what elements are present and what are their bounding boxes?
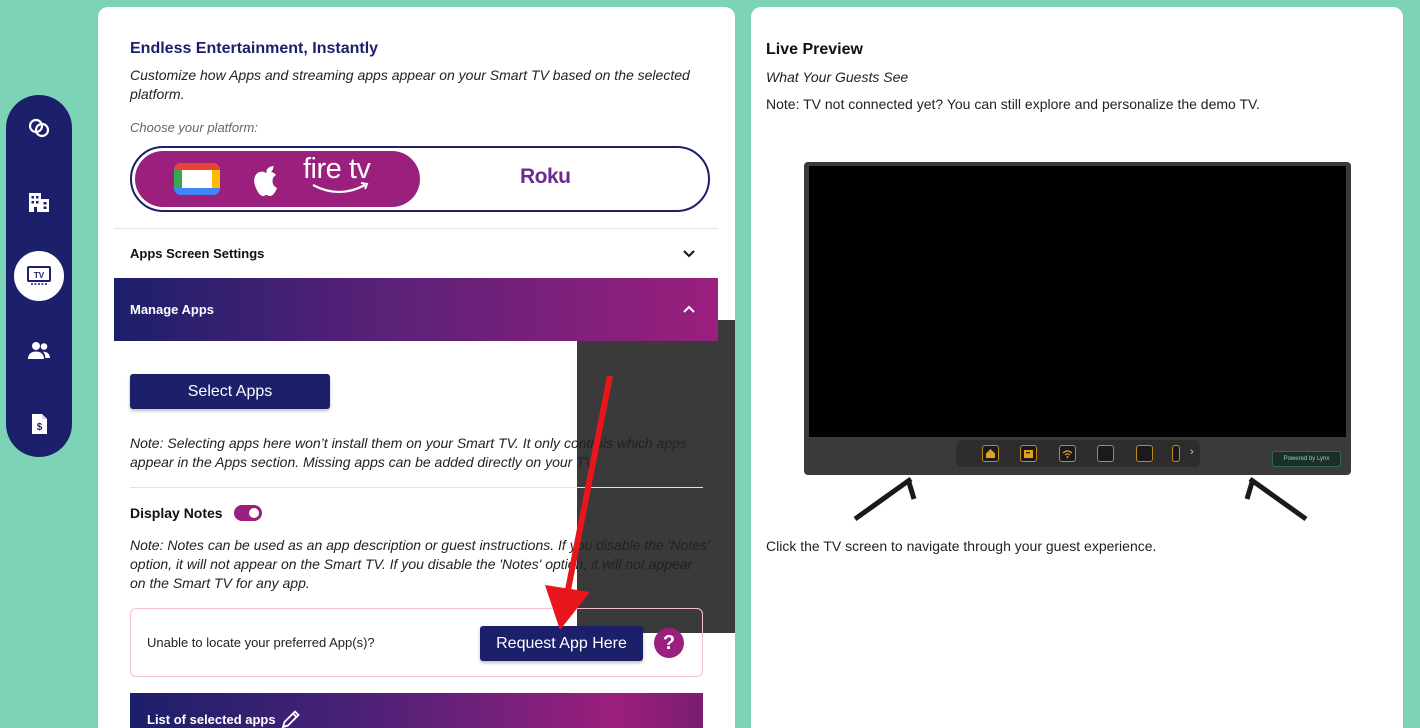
request-app-box: Unable to locate your preferred App(s)? … bbox=[130, 608, 703, 677]
tv-app-dock: › bbox=[956, 440, 1200, 467]
help-icon[interactable]: ? bbox=[654, 628, 684, 658]
sidebar-item-properties[interactable] bbox=[14, 177, 64, 227]
live-preview-title: Live Preview bbox=[766, 41, 863, 58]
platform-option-roku[interactable]: RokuTV bbox=[520, 165, 735, 633]
tv-app-slot[interactable] bbox=[1097, 445, 1114, 462]
accordion-manage-apps[interactable]: Manage Apps bbox=[114, 278, 718, 341]
platform-selector: fire tv RokuTV bbox=[130, 146, 735, 633]
amazon-smile-icon bbox=[312, 182, 369, 194]
choose-platform-label: Choose your platform: bbox=[130, 120, 258, 135]
edit-icon[interactable] bbox=[280, 708, 302, 728]
platform-option-google-apple-firetv[interactable]: fire tv bbox=[135, 151, 420, 207]
tv-folder-icon[interactable] bbox=[1020, 445, 1037, 462]
selected-apps-label: List of selected apps bbox=[147, 712, 276, 727]
sidebar: TV $ bbox=[6, 95, 72, 457]
google-tv-icon bbox=[174, 163, 220, 195]
sidebar-item-integrations[interactable] bbox=[14, 103, 64, 153]
link-icon bbox=[28, 118, 50, 138]
tv-screen[interactable] bbox=[809, 166, 1346, 437]
tv-home-icon[interactable] bbox=[982, 445, 999, 462]
tv-leg-right bbox=[1244, 476, 1308, 522]
accordion-manage-apps-label: Manage Apps bbox=[130, 302, 215, 317]
page-subtitle: Customize how Apps and streaming apps ap… bbox=[130, 67, 690, 102]
display-notes-label: Display Notes bbox=[130, 505, 223, 521]
live-preview-hint: Click the TV screen to navigate through … bbox=[766, 538, 1157, 554]
roku-logo-text: Roku bbox=[520, 165, 571, 188]
firetv-logo-text: fire tv bbox=[303, 153, 371, 185]
display-notes-note: Note: Notes can be used as an app descri… bbox=[130, 537, 710, 591]
powered-by-badge: Powered by Lynx bbox=[1272, 451, 1341, 467]
display-notes-toggle[interactable] bbox=[234, 505, 262, 521]
tv-leg-left bbox=[853, 476, 917, 522]
accordion-apps-screen-settings-label: Apps Screen Settings bbox=[130, 246, 265, 261]
live-preview-panel: Live Preview What Your Guests See Note: … bbox=[751, 7, 1403, 728]
page-title: Endless Entertainment, Instantly bbox=[130, 40, 379, 57]
sidebar-item-users[interactable] bbox=[14, 325, 64, 375]
chevron-right-icon[interactable]: › bbox=[1190, 446, 1194, 458]
tv-more-icon[interactable] bbox=[1172, 445, 1180, 462]
select-apps-note: Note: Selecting apps here won’t install … bbox=[130, 435, 687, 470]
chevron-down-icon bbox=[683, 250, 695, 258]
selected-apps-header: List of selected apps bbox=[130, 693, 703, 728]
users-icon bbox=[28, 342, 50, 359]
sidebar-item-tv[interactable]: TV bbox=[14, 251, 64, 301]
toggle-knob bbox=[249, 508, 259, 518]
select-apps-button[interactable]: Select Apps bbox=[130, 374, 330, 409]
live-preview-note: Note: TV not connected yet? You can stil… bbox=[766, 96, 1260, 112]
request-app-prompt: Unable to locate your preferred App(s)? bbox=[147, 635, 375, 650]
chevron-up-icon bbox=[683, 305, 695, 313]
divider bbox=[130, 487, 703, 488]
tv-app-slot[interactable] bbox=[1136, 445, 1153, 462]
tv-icon: TV bbox=[27, 266, 51, 285]
tv-wifi-icon[interactable] bbox=[1059, 445, 1076, 462]
tv-icon-label: TV bbox=[34, 271, 45, 280]
settings-panel: Endless Entertainment, Instantly Customi… bbox=[98, 7, 735, 728]
invoice-icon: $ bbox=[32, 414, 47, 434]
live-preview-subtitle: What Your Guests See bbox=[766, 69, 909, 85]
apple-icon bbox=[254, 166, 277, 196]
building-icon bbox=[29, 193, 49, 212]
sidebar-item-billing[interactable]: $ bbox=[14, 399, 64, 449]
firetv-logo: fire tv bbox=[303, 153, 371, 194]
accordion-apps-screen-settings[interactable]: Apps Screen Settings bbox=[114, 228, 718, 278]
invoice-icon-label: $ bbox=[37, 422, 43, 433]
request-app-button[interactable]: Request App Here bbox=[480, 626, 643, 661]
demo-tv[interactable]: › Powered by Lynx bbox=[804, 162, 1351, 475]
